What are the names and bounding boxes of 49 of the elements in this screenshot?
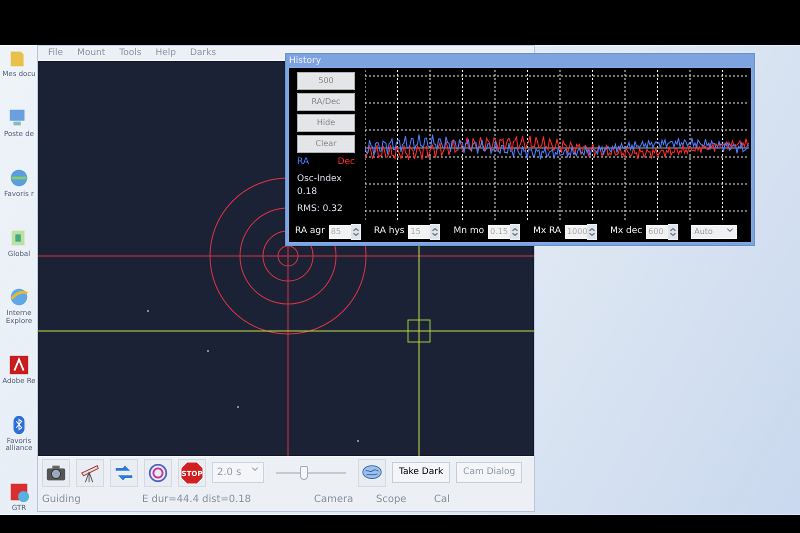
mode-dropdown[interactable]: Auto <box>691 225 738 239</box>
slider-thumb[interactable] <box>300 466 308 480</box>
telescope-button[interactable] <box>76 458 104 486</box>
history-button[interactable]: 500 <box>297 72 355 90</box>
spin-arrows-icon <box>587 224 598 240</box>
spin-field[interactable]: 15 <box>408 225 430 239</box>
caret-icon <box>726 226 734 234</box>
spin-field[interactable]: 85 <box>328 225 351 239</box>
param-label: RA hys <box>374 225 404 238</box>
window-title: History <box>288 55 322 68</box>
spin-arrows-icon <box>430 224 440 240</box>
spin-arrows-icon <box>350 224 361 240</box>
toolbar-button[interactable]: Take Dark <box>392 462 450 484</box>
guide-star-square <box>408 320 430 342</box>
param-label: RA agr <box>295 225 325 238</box>
history-button[interactable]: Hide <box>297 114 355 132</box>
exposure-dropdown[interactable]: 2.0 s <box>212 462 264 483</box>
rms-text: RMS: 0.32 <box>297 202 344 216</box>
application-icon <box>8 481 30 504</box>
menu-item[interactable]: Darks <box>190 46 216 60</box>
status-text: E dur=44.4 dist=0.18 <box>142 492 252 506</box>
legend-label: RA <box>297 156 310 169</box>
legend-label: Dec <box>338 156 355 169</box>
spin-arrows-icon <box>510 224 520 240</box>
spin-arrows-icon <box>668 224 678 240</box>
history-button[interactable]: Clear <box>297 135 355 153</box>
status-text: Camera <box>314 492 354 506</box>
param-label: Mx dec <box>610 225 642 238</box>
target-logo-button[interactable] <box>144 458 172 486</box>
menu-item[interactable]: Tools <box>119 46 142 60</box>
status-text: Cal <box>434 492 451 506</box>
menu-item[interactable]: Help <box>155 46 176 60</box>
osc-index-value: 0.18 <box>297 186 318 199</box>
spin-field[interactable]: 600 <box>646 225 668 239</box>
loop-button[interactable] <box>110 458 138 486</box>
history-button[interactable]: RA/Dec <box>297 93 355 111</box>
menu-item[interactable]: Mount <box>77 46 106 60</box>
menu-item[interactable]: File <box>48 46 64 60</box>
status-text: Guiding <box>42 492 82 506</box>
pdf-icon <box>8 354 30 376</box>
osc-index-label: Osc-Index <box>297 172 343 186</box>
spin-field[interactable]: 0.15 <box>488 225 510 239</box>
caret-icon <box>251 465 259 473</box>
spin-field[interactable]: 1000 <box>565 225 588 239</box>
target-logo-icon <box>147 462 169 484</box>
param-label: Mn mo <box>453 225 484 238</box>
param-label: Mx RA <box>533 225 562 238</box>
camera-button[interactable] <box>42 458 70 486</box>
status-text: Scope <box>376 492 408 506</box>
